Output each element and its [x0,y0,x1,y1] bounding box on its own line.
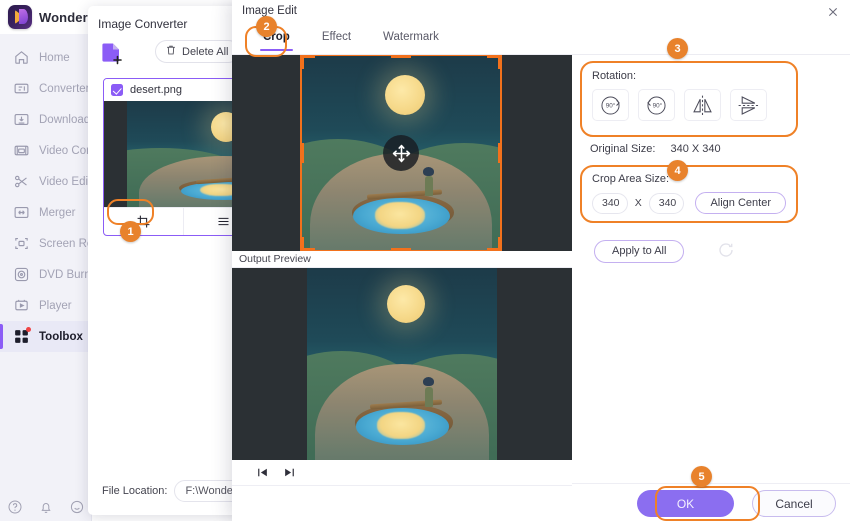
crop-handle-top-right-v[interactable] [498,56,500,69]
toolbox-icon [13,327,31,345]
annotation-badge-2: 2 [256,16,277,37]
apply-to-all-button[interactable]: Apply to All [594,240,685,263]
annotation-badge-3: 3 [667,38,688,59]
feedback-icon[interactable] [69,499,85,515]
crop-height-input[interactable]: 340 [648,192,685,214]
trash-icon [165,44,177,59]
screen-recorder-icon [13,235,30,252]
help-icon[interactable] [7,499,23,515]
next-frame-button[interactable] [283,466,296,479]
sidebar-item-player[interactable]: Player [0,290,92,321]
crop-area-size-group: Crop Area Size: 340 X 340 Align Center [580,165,798,223]
sidebar-item-label: Player [39,299,72,312]
crop-size-separator: X [634,197,642,209]
player-icon [13,297,30,314]
close-icon[interactable] [825,4,841,20]
crop-width-input[interactable]: 340 [592,192,628,214]
cancel-button[interactable]: Cancel [752,490,836,517]
crop-controls-panel: Rotation: 90° 90° Original Size: 340 X 3… [572,55,850,465]
delete-all-label: Delete All [182,45,229,58]
video-compressor-icon [13,142,30,159]
crop-handle-bottom-left-v[interactable] [302,237,304,250]
sidebar-item-downloader[interactable]: Downloader [0,104,100,135]
output-preview-label: Output Preview [239,253,311,265]
sidebar-item-home[interactable]: Home [0,42,92,73]
delete-all-button[interactable]: Delete All [155,40,241,63]
tab-effect[interactable]: Effect [306,28,367,50]
bell-icon[interactable] [38,499,54,515]
file-name: desert.png [130,84,182,96]
original-size-value: 340 X 340 [670,143,721,155]
crop-area-size-label: Crop Area Size: [592,173,670,185]
rotation-group: Rotation: 90° 90° [580,61,798,137]
crop-handle-right[interactable] [498,143,500,163]
image-converter-title: Image Converter [98,17,188,31]
rotation-label: Rotation: [592,70,637,82]
add-file-icon[interactable] [100,40,126,66]
dialog-tabs: Crop Effect Watermark [232,28,850,54]
svg-text:90°: 90° [653,101,663,109]
sidebar-item-label: Merger [39,206,76,219]
svg-text:90°: 90° [606,101,616,109]
output-preview-stage [232,268,572,460]
dialog-header: Image Edit [232,0,850,24]
crop-handle-top[interactable] [391,56,411,58]
wondershare-logo-icon [8,5,32,29]
crop-handle-left[interactable] [302,143,304,163]
reset-icon[interactable] [717,241,735,259]
download-icon [13,111,30,128]
dialog-footer-divider [572,483,850,484]
crop-edit-stage[interactable] [232,55,572,251]
toolbox-notification-dot [26,327,31,332]
crop-handle-bottom[interactable] [391,248,411,250]
sidebar-item-toolbox[interactable]: Toolbox [0,321,92,352]
rotate-right-90-button[interactable]: 90° [592,89,629,121]
sidebar-item-converter[interactable]: Converter [0,73,92,104]
sidebar-item-label: Home [39,51,70,64]
sidebar-item-dvd-burner[interactable]: DVD Burner [0,259,101,290]
move-icon[interactable] [383,135,419,171]
tab-crop[interactable]: Crop [247,28,306,51]
sidebar-bottom-bar [0,499,92,515]
annotation-badge-5: 5 [691,466,712,487]
flip-horizontal-button[interactable] [684,89,721,121]
annotation-badge-4: 4 [667,160,688,181]
crop-area-size-row: 340 X 340 Align Center [592,192,786,214]
dialog-footer-buttons: OK Cancel [637,490,836,517]
flip-vertical-button[interactable] [730,89,767,121]
merger-icon [13,204,30,221]
converter-icon [13,80,30,97]
scissors-icon [13,173,30,190]
file-location-label: File Location: [102,485,168,497]
file-checkbox[interactable] [111,84,123,96]
sidebar-item-video-compressor[interactable]: Video Compressor [0,135,134,166]
crop-frame[interactable] [300,55,502,251]
tab-watermark[interactable]: Watermark [367,28,455,50]
home-icon [13,49,30,66]
output-preview-bar: Output Preview [232,251,572,268]
crop-handle-top-left-v[interactable] [302,56,304,69]
dialog-title: Image Edit [242,5,297,17]
align-center-button[interactable]: Align Center [695,192,786,214]
sidebar-item-screen-recorder[interactable]: Screen Recorder [0,228,126,259]
sidebar-nav: Home Converter Downloader Video Compress… [0,42,134,352]
original-size-label: Original Size: [590,143,656,155]
image-edit-dialog: Image Edit Crop Effect Watermark Output … [232,0,850,521]
rotate-left-90-button[interactable]: 90° [638,89,675,121]
ok-button[interactable]: OK [637,490,734,517]
crop-tool[interactable] [104,208,183,235]
dvd-burner-icon [13,266,30,283]
crop-handle-bottom-right-v[interactable] [498,237,500,250]
rotation-buttons: 90° 90° [592,89,786,121]
sidebar-item-label: Toolbox [39,330,83,343]
sidebar-item-video-editor[interactable]: Video Editor [0,166,101,197]
annotation-badge-1: 1 [120,221,141,242]
app-sidebar: Home Converter Downloader Video Compress… [0,0,134,521]
original-size: Original Size: 340 X 340 [590,143,721,155]
playback-bar [232,460,572,486]
sidebar-item-merger[interactable]: Merger [0,197,92,228]
previous-frame-button[interactable] [256,466,269,479]
sidebar-item-label: Converter [39,82,90,95]
